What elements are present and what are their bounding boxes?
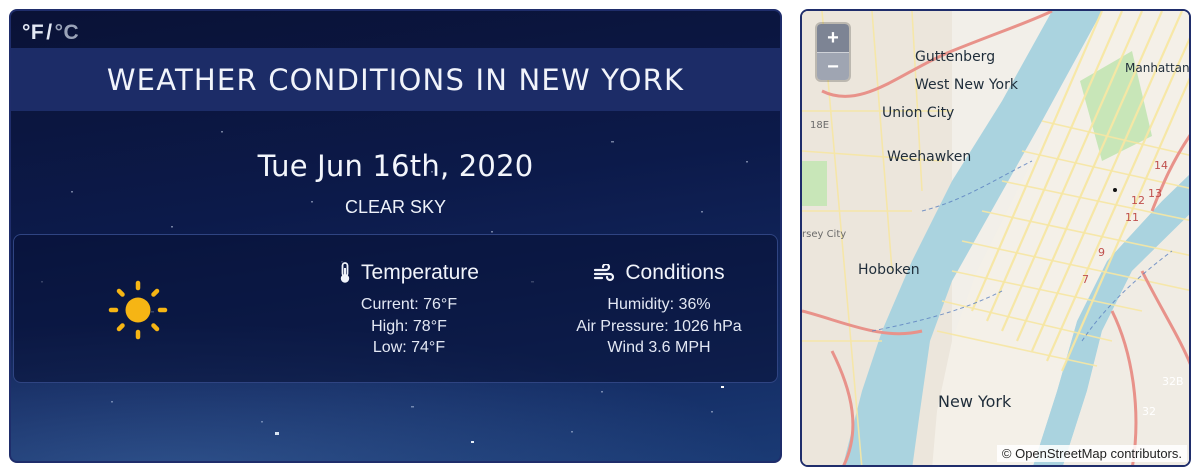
map-label-manhattan: Manhattan [1125, 61, 1190, 75]
title-bar: WEATHER CONDITIONS IN NEW YORK [11, 48, 780, 111]
map-label-new-york: New York [938, 392, 1012, 411]
map-route-7: 7 [1082, 273, 1089, 286]
page-title: WEATHER CONDITIONS IN NEW YORK [106, 62, 685, 97]
map-route-11: 11 [1125, 211, 1139, 224]
unit-separator: / [46, 21, 53, 44]
forecast-date: Tue Jun 16th, 2020 [257, 149, 534, 183]
weather-description: CLEAR SKY [344, 197, 447, 217]
map-route-9: 9 [1098, 246, 1105, 259]
fahrenheit-option[interactable]: °F [22, 21, 44, 44]
map-label-west-new-york: West New York [915, 77, 1019, 93]
weather-info-panel: Temperature Current: 76°F High: 78°F Low… [13, 234, 778, 383]
celsius-option[interactable]: °C [55, 21, 80, 44]
zoom-out-button[interactable]: − [817, 52, 849, 80]
high-temperature: High: 78°F [371, 317, 447, 335]
thermometer-icon [340, 262, 350, 283]
map-label-jersey-city: rsey City [802, 229, 846, 240]
map-route-13: 13 [1148, 187, 1162, 200]
conditions-section: Conditions Humidity: 36% Air Pressure: 1… [534, 261, 780, 359]
zoom-control: + − [817, 24, 849, 80]
current-temperature: Current: 76°F [360, 296, 458, 313]
low-temperature: Low: 74°F [372, 339, 446, 356]
location-marker[interactable] [1113, 188, 1117, 192]
weather-card: °F/°C WEATHER CONDITIONS IN NEW YORK Tue… [9, 9, 782, 463]
map-route-18e: 18E [810, 120, 829, 131]
map-attribution[interactable]: © OpenStreetMap contributors. [996, 445, 1187, 462]
map-label-union-city: Union City [882, 105, 954, 121]
conditions-heading-row: Conditions [534, 261, 780, 285]
temperature-heading-row: Temperature [284, 261, 534, 285]
map-label-guttenberg: Guttenberg [915, 49, 995, 65]
map-route-32: 32 [1142, 405, 1156, 418]
map-route-14: 14 [1154, 159, 1168, 172]
map-tiles[interactable]: Guttenberg West New York Union City Weeh… [802, 11, 1191, 467]
temperature-section: Temperature Current: 76°F High: 78°F Low… [284, 261, 534, 359]
map-route-32b: 32B [1162, 375, 1184, 388]
wind-icon [594, 264, 615, 282]
sun-icon [108, 280, 168, 340]
map-label-weehawken: Weehawken [887, 149, 971, 165]
temperature-heading: Temperature [361, 261, 479, 284]
humidity-value: Humidity: 36% [607, 296, 711, 313]
map-panel[interactable]: Guttenberg West New York Union City Weeh… [800, 9, 1191, 467]
map-label-hoboken: Hoboken [858, 262, 920, 278]
unit-toggle[interactable]: °F/°C [22, 21, 79, 45]
air-pressure-value: Air Pressure: 1026 hPa [576, 317, 742, 335]
conditions-heading: Conditions [625, 261, 725, 284]
map-route-12: 12 [1131, 194, 1145, 207]
zoom-in-button[interactable]: + [817, 24, 849, 52]
wind-speed-value: Wind 3.6 MPH [607, 339, 711, 356]
